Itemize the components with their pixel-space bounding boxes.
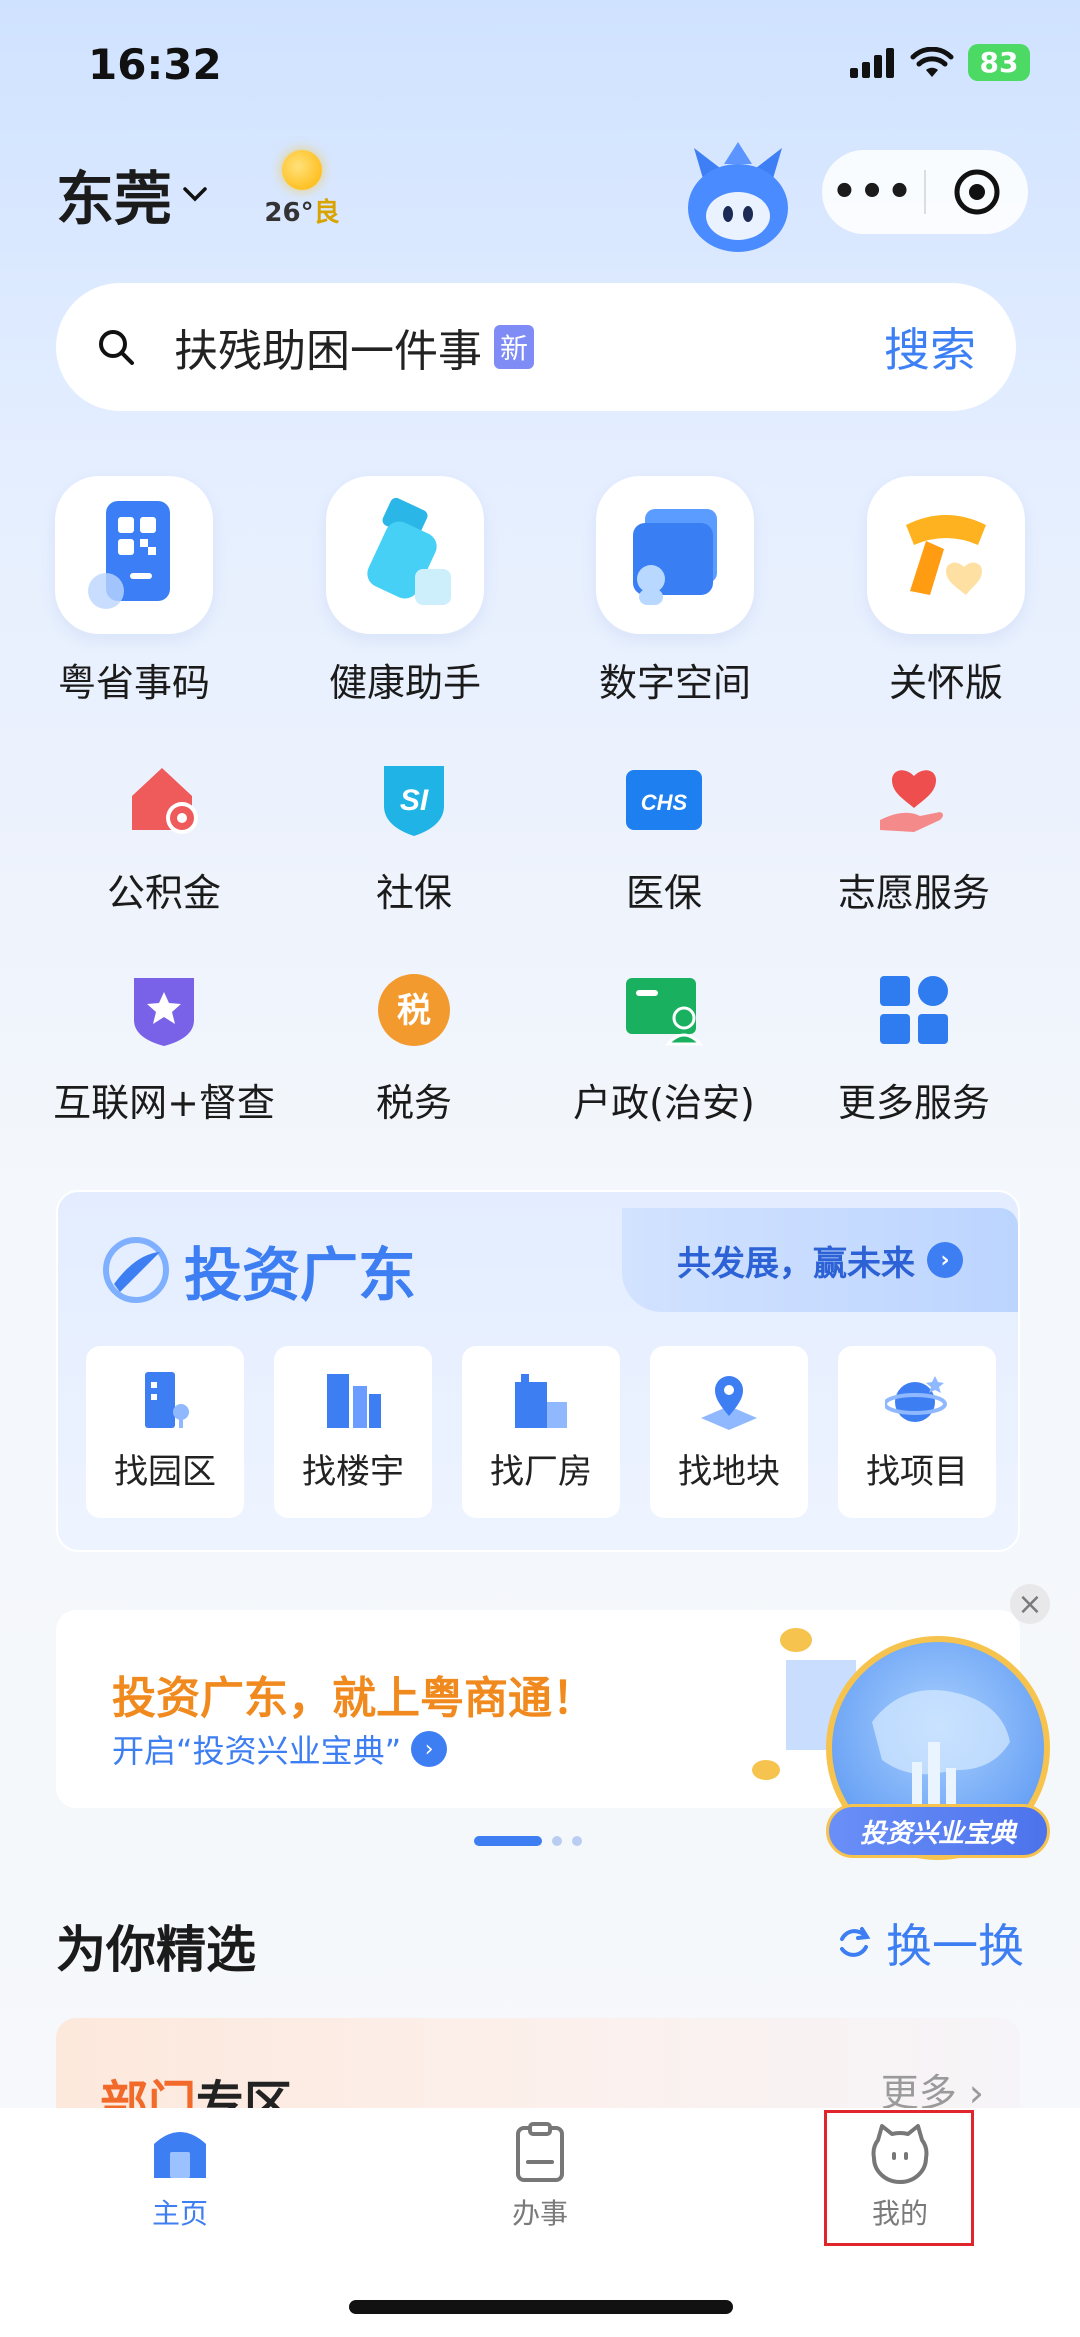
mini-program-capsule: ••• xyxy=(822,150,1028,234)
home-indicator xyxy=(349,2300,733,2314)
social-security-icon: SI xyxy=(384,766,444,836)
featured-title: 为你精选 xyxy=(56,1921,256,1979)
search-input[interactable]: 扶残助困一件事 xyxy=(174,315,482,379)
invest-slogan-link[interactable]: 共发展，赢未来 › xyxy=(622,1208,1018,1312)
pager-dot xyxy=(572,1836,582,1846)
weather-widget[interactable]: 26°良 xyxy=(262,150,342,229)
service-label: 户政(治安) xyxy=(573,1081,755,1125)
refresh-icon xyxy=(840,1927,871,1957)
tab-tasks[interactable]: 办事 xyxy=(460,2120,620,2232)
quick-app-label: 关怀版 xyxy=(888,661,1003,705)
invest-item-building[interactable]: 找楼宇 xyxy=(274,1346,432,1518)
service-household-registration[interactable]: 户政(治安) xyxy=(544,970,784,1127)
quick-app-digital-space[interactable]: 数字空间 xyxy=(575,476,775,707)
invest-guangdong-card: 投资广东 共发展，赢未来 › 找园区 找楼宇 找厂房 找地块 找项目 xyxy=(56,1190,1020,1552)
service-medical-insurance[interactable]: CHS 医保 xyxy=(544,760,784,917)
quick-app-yueshengshi-code[interactable]: 粤省事码 xyxy=(34,476,234,707)
wallet-icon xyxy=(633,509,717,605)
status-icons: 83 xyxy=(850,44,1030,81)
svg-text:CHS: CHS xyxy=(641,790,688,815)
service-social-security[interactable]: SI 社保 xyxy=(294,760,534,917)
health-assistant-icon xyxy=(367,497,451,605)
air-quality: 良 xyxy=(313,198,340,228)
service-volunteer[interactable]: 志愿服务 xyxy=(794,760,1034,917)
search-icon xyxy=(99,330,134,365)
mascot-icon[interactable] xyxy=(684,142,792,254)
city-name: 东莞 xyxy=(56,165,173,233)
refresh-button[interactable]: 换一换 xyxy=(834,1910,1024,1976)
quick-app-label: 数字空间 xyxy=(598,661,751,705)
project-planet-icon xyxy=(883,1376,947,1422)
invest-title[interactable]: 投资广东 xyxy=(100,1228,416,1312)
star-shield-icon xyxy=(134,978,194,1046)
city-selector[interactable]: 东莞 xyxy=(56,152,208,236)
park-building-icon xyxy=(145,1372,189,1428)
scarf-heart-icon xyxy=(906,515,986,595)
quick-app-label: 健康助手 xyxy=(328,661,481,705)
id-card-icon xyxy=(626,978,704,1046)
medical-insurance-icon: CHS xyxy=(626,770,702,830)
signal-icon xyxy=(850,47,894,78)
search-button[interactable]: 搜索 xyxy=(884,314,976,380)
quick-app-health-assistant[interactable]: 健康助手 xyxy=(305,476,505,707)
tab-home[interactable]: 主页 xyxy=(100,2120,260,2232)
banner-headline: 投资广东，就上粤商通！ xyxy=(112,1673,596,1724)
office-building-icon xyxy=(327,1374,381,1428)
sun-icon xyxy=(282,150,322,190)
quick-app-care-version[interactable]: 关怀版 xyxy=(846,476,1046,707)
svg-text:SI: SI xyxy=(400,784,429,817)
service-label: 医保 xyxy=(625,871,702,915)
service-label: 互联网+督查 xyxy=(53,1081,275,1125)
service-more[interactable]: 更多服务 xyxy=(794,970,1034,1127)
weather-temp: 26° xyxy=(264,198,314,228)
invest-logo-icon xyxy=(103,1237,169,1303)
invest-item-project[interactable]: 找项目 xyxy=(838,1346,996,1518)
chevron-right-icon: › xyxy=(411,1731,448,1767)
qr-code-icon xyxy=(88,501,170,609)
highlight-box xyxy=(824,2110,974,2246)
chevron-down-icon xyxy=(183,187,207,202)
land-pin-icon xyxy=(701,1376,757,1430)
service-housing-fund[interactable]: 公积金 xyxy=(44,760,284,917)
invest-item-factory[interactable]: 找厂房 xyxy=(462,1346,620,1518)
svg-text:税: 税 xyxy=(397,991,431,1031)
housing-fund-icon xyxy=(132,768,198,834)
service-label: 税务 xyxy=(375,1081,452,1125)
service-tax[interactable]: 税 税务 xyxy=(294,970,534,1127)
invest-item-park[interactable]: 找园区 xyxy=(86,1346,244,1518)
service-internet-supervision[interactable]: 互联网+督查 xyxy=(44,970,284,1127)
wifi-icon xyxy=(910,46,954,77)
service-label: 公积金 xyxy=(106,871,221,915)
factory-icon xyxy=(515,1374,567,1428)
service-label: 更多服务 xyxy=(837,1081,990,1125)
banner-subline[interactable]: 开启“投资兴业宝典” › xyxy=(112,1726,448,1772)
pager-dot xyxy=(552,1836,562,1846)
badge-label[interactable]: 投资兴业宝典 xyxy=(826,1804,1050,1858)
invest-items: 找园区 找楼宇 找厂房 找地块 找项目 xyxy=(86,1346,996,1518)
search-bar[interactable]: 扶残助困一件事 新 搜索 xyxy=(56,283,1016,411)
service-label: 社保 xyxy=(375,871,452,915)
home-icon xyxy=(154,2132,206,2178)
invest-item-land[interactable]: 找地块 xyxy=(650,1346,808,1518)
carousel-pager xyxy=(474,1836,582,1846)
quick-app-label: 粤省事码 xyxy=(57,661,210,705)
new-tag: 新 xyxy=(494,325,535,369)
status-time: 16:32 xyxy=(88,40,222,89)
tax-icon: 税 xyxy=(378,974,450,1046)
grid-icon xyxy=(880,976,948,1044)
banner-close-icon[interactable]: × xyxy=(1010,1584,1050,1624)
pager-dot-active xyxy=(474,1836,542,1846)
close-target-icon[interactable] xyxy=(926,167,1028,217)
volunteer-heart-icon xyxy=(880,770,943,832)
chevron-right-icon: › xyxy=(927,1242,963,1278)
clipboard-icon xyxy=(516,2122,564,2182)
more-dots-icon[interactable]: ••• xyxy=(822,169,924,215)
service-label: 志愿服务 xyxy=(837,871,990,915)
battery-indicator: 83 xyxy=(968,44,1030,81)
